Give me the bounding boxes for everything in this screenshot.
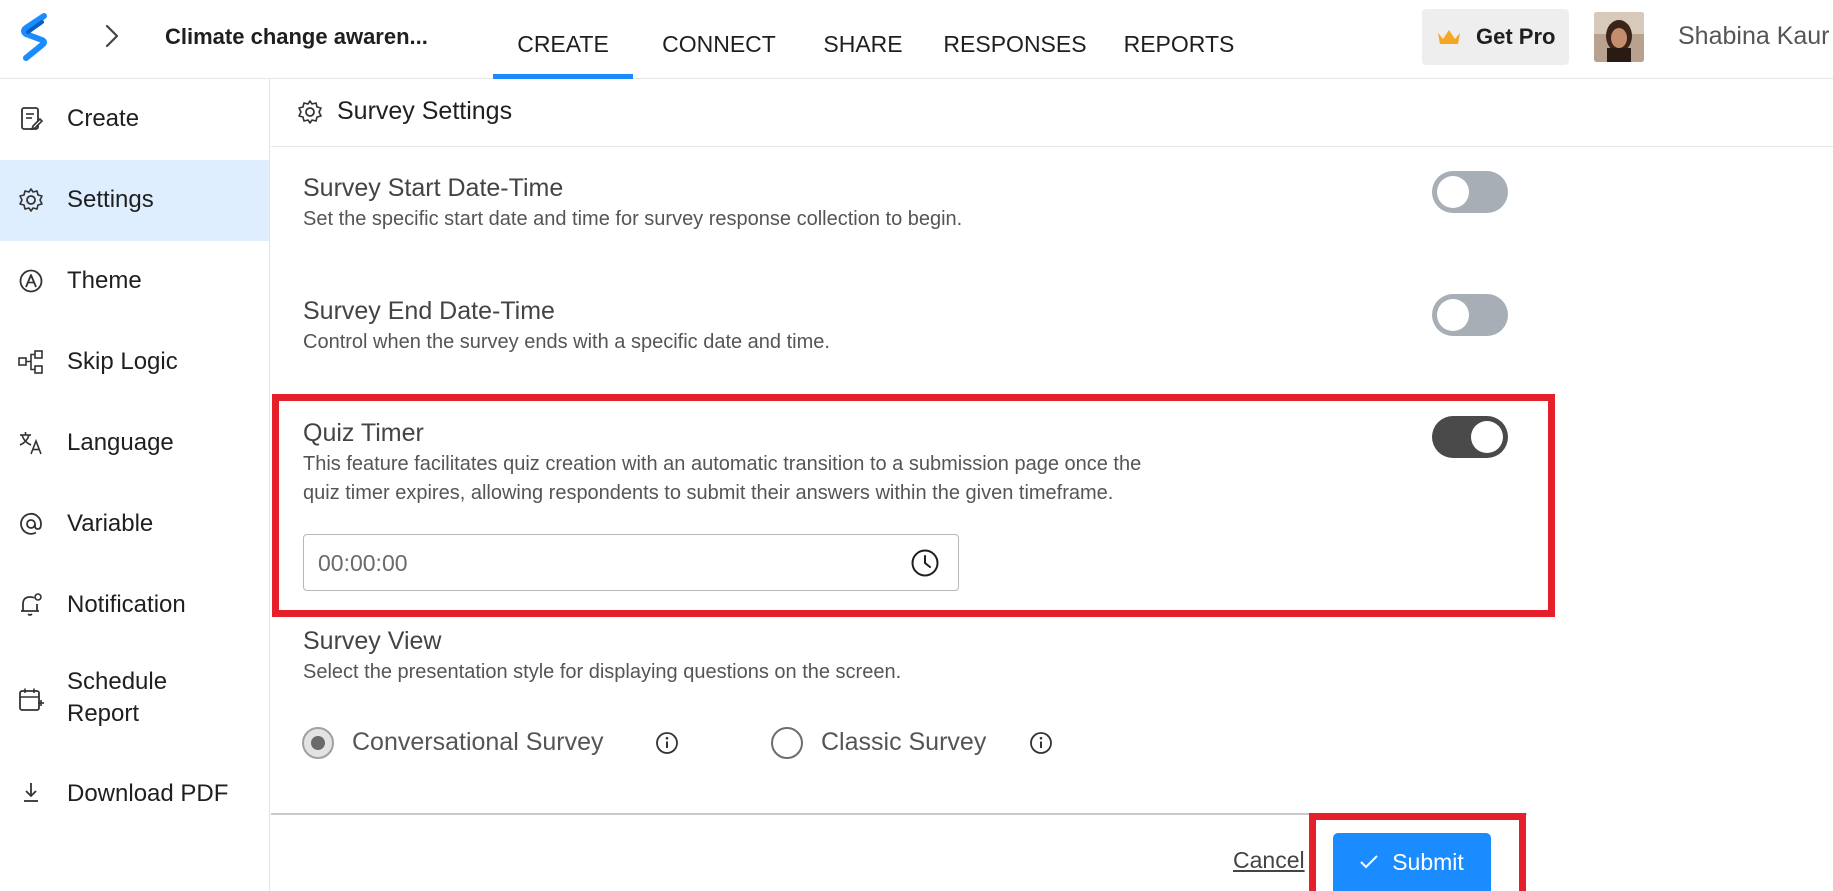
gear-icon <box>19 188 43 212</box>
survey-view-description: Select the presentation style for displa… <box>303 661 902 683</box>
sidebar-item-label: Variable <box>67 510 154 537</box>
end-datetime-toggle[interactable] <box>1432 294 1508 336</box>
tab-connect[interactable]: CONNECT <box>633 0 805 79</box>
bell-icon <box>21 593 42 616</box>
survey-name[interactable]: Climate change awaren... <box>165 24 428 50</box>
cancel-button[interactable]: Cancel <box>1233 847 1305 874</box>
gear-icon <box>298 100 322 124</box>
tab-share[interactable]: SHARE <box>805 0 921 79</box>
sidebar-item-settings[interactable]: Settings <box>0 160 269 241</box>
get-pro-button[interactable]: Get Pro <box>1422 9 1569 65</box>
end-datetime-title: Survey End Date-Time <box>303 297 555 325</box>
sidebar-item-download-pdf[interactable]: Download PDF <box>0 754 269 835</box>
sidebar-item-schedule-report[interactable]: Schedule Report <box>0 646 269 754</box>
sidebar-item-label: Notification <box>67 591 186 618</box>
classic-survey-radio[interactable] <box>771 727 803 759</box>
tab-responses[interactable]: RESPONSES <box>921 0 1109 79</box>
survey-view-title: Survey View <box>303 627 442 655</box>
quiz-timer-title: Quiz Timer <box>303 419 424 447</box>
quiz-timer-toggle[interactable] <box>1432 416 1508 458</box>
start-datetime-description: Set the specific start date and time for… <box>303 208 963 230</box>
quiz-timer-description-line1: This feature facilitates quiz creation w… <box>303 453 1142 475</box>
language-icon <box>19 432 42 455</box>
get-pro-label: Get Pro <box>1476 24 1556 49</box>
quiz-timer-input[interactable] <box>318 545 878 581</box>
tab-create[interactable]: CREATE <box>493 0 633 79</box>
chevron-right-icon[interactable] <box>98 22 126 50</box>
sidebar-item-variable[interactable]: Variable <box>0 484 269 565</box>
sidebar-item-label: Create <box>67 105 140 132</box>
toggle-knob <box>1471 421 1503 453</box>
tab-reports[interactable]: REPORTS <box>1109 0 1249 79</box>
app-logo-icon[interactable] <box>18 12 52 62</box>
clock-icon[interactable] <box>910 548 940 578</box>
create-icon <box>21 107 44 131</box>
sidebar-item-theme[interactable]: Theme <box>0 241 269 322</box>
toggle-knob <box>1437 176 1469 208</box>
sidebar-item-label: Theme <box>67 267 142 294</box>
theme-icon <box>19 269 43 293</box>
sidebar-item-label: Language <box>67 429 174 456</box>
sidebar-item-label: Download PDF <box>67 780 229 807</box>
user-name[interactable]: Shabina Kaur <box>1678 22 1830 51</box>
info-icon[interactable] <box>1029 731 1053 755</box>
download-icon <box>24 783 38 802</box>
classic-survey-label[interactable]: Classic Survey <box>821 728 986 757</box>
sidebar-item-label-line1: Schedule <box>67 668 168 695</box>
sidebar-item-label: Skip Logic <box>67 348 178 375</box>
quiz-timer-description-line2: quiz timer expires, allowing respondents… <box>303 482 1114 504</box>
calendar-icon <box>19 688 44 711</box>
at-icon <box>20 512 42 535</box>
info-icon[interactable] <box>655 731 679 755</box>
submit-button[interactable]: Submit <box>1333 833 1491 891</box>
avatar-image <box>1594 12 1644 62</box>
sidebar-item-notification[interactable]: Notification <box>0 565 269 646</box>
end-datetime-description: Control when the survey ends with a spec… <box>303 331 830 353</box>
sidebar-item-language[interactable]: Language <box>0 403 269 484</box>
sidebar-item-create[interactable]: Create <box>0 79 269 160</box>
start-datetime-title: Survey Start Date-Time <box>303 174 564 202</box>
toggle-knob <box>1437 299 1469 331</box>
sidebar: Create Settings Theme Skip Logic Languag… <box>0 79 270 891</box>
main-nav-tabs: CREATE CONNECT SHARE RESPONSES REPORTS <box>493 0 1249 79</box>
skip-logic-icon <box>18 350 43 374</box>
sidebar-item-skip-logic[interactable]: Skip Logic <box>0 322 269 403</box>
check-icon <box>1360 855 1378 869</box>
submit-label: Submit <box>1392 848 1464 875</box>
sidebar-item-label: Settings <box>67 186 154 213</box>
page-title: Survey Settings <box>337 97 513 125</box>
quiz-timer-field <box>303 534 959 591</box>
start-datetime-toggle[interactable] <box>1432 171 1508 213</box>
top-bar: Climate change awaren... CREATE CONNECT … <box>0 0 1833 79</box>
avatar[interactable] <box>1594 12 1644 62</box>
crown-icon <box>1438 30 1460 44</box>
settings-header: Survey Settings <box>271 79 1833 147</box>
sidebar-item-label-line2: Report <box>67 700 140 727</box>
conversational-survey-radio[interactable] <box>302 727 334 759</box>
conversational-survey-label[interactable]: Conversational Survey <box>352 728 604 757</box>
